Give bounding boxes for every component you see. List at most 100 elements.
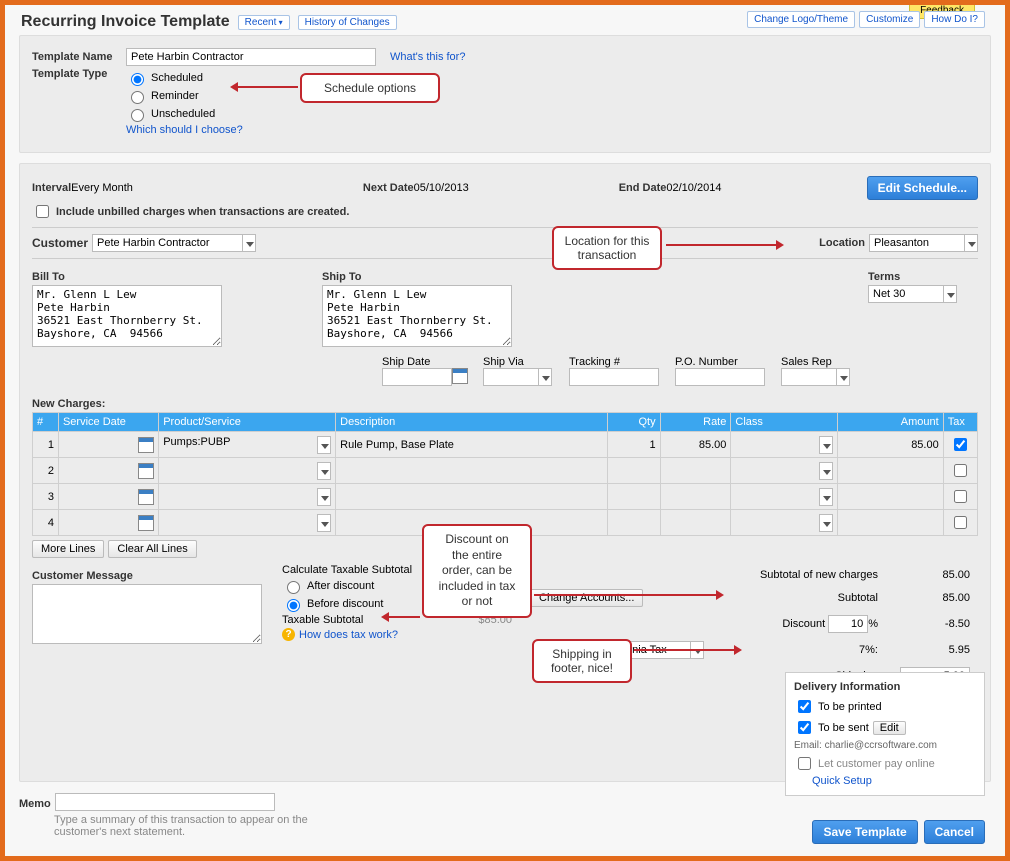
change-theme-button[interactable]: Change Logo/Theme: [747, 11, 855, 28]
delivery-panel: Delivery Information To be printed To be…: [785, 672, 985, 796]
pay-online-checkbox[interactable]: [798, 757, 811, 770]
tax-checkbox[interactable]: [954, 438, 967, 451]
callout-schedule: Schedule options: [300, 73, 440, 103]
tracking-label: Tracking #: [569, 356, 669, 368]
memo-input[interactable]: [55, 793, 275, 811]
unbilled-checkbox[interactable]: [36, 205, 49, 218]
tracking-input[interactable]: [569, 368, 659, 386]
to-send-label: To be sent: [818, 722, 869, 734]
product-dropdown[interactable]: [317, 514, 331, 532]
class-dropdown[interactable]: [819, 488, 833, 506]
product-dropdown[interactable]: [317, 462, 331, 480]
to-print-checkbox[interactable]: [798, 700, 811, 713]
scheduled-radio[interactable]: [131, 73, 144, 86]
rep-dropdown[interactable]: [836, 368, 850, 386]
how-tax-link[interactable]: How does tax work?: [299, 629, 398, 641]
calendar-icon[interactable]: [138, 437, 154, 453]
table-row[interactable]: 1 Pumps:PUBP Rule Pump, Base Plate 1 85.…: [33, 432, 978, 458]
subtotal-new-value: 85.00: [886, 566, 976, 584]
whats-this-link[interactable]: What's this for?: [390, 51, 465, 63]
class-dropdown[interactable]: [819, 514, 833, 532]
shipdate-input[interactable]: [382, 368, 452, 386]
location-dropdown[interactable]: [964, 234, 978, 252]
rep-input[interactable]: [781, 368, 836, 386]
shipvia-dropdown[interactable]: [538, 368, 552, 386]
customer-message-textarea[interactable]: [32, 584, 262, 644]
table-row[interactable]: 2: [33, 458, 978, 484]
customize-button[interactable]: Customize: [859, 11, 920, 28]
memo-label: Memo: [19, 798, 51, 810]
tax-value: 5.95: [886, 638, 976, 662]
customer-label: Customer: [32, 236, 88, 250]
calendar-icon[interactable]: [138, 489, 154, 505]
edit-schedule-button[interactable]: Edit Schedule...: [867, 176, 978, 200]
which-choose-link[interactable]: Which should I choose?: [126, 124, 243, 136]
billto-textarea[interactable]: Mr. Glenn L Lew Pete Harbin 36521 East T…: [32, 285, 222, 347]
class-dropdown[interactable]: [819, 436, 833, 454]
recent-dropdown[interactable]: Recent ▾: [238, 15, 290, 30]
interval-value: Every Month: [71, 182, 133, 194]
shipvia-label: Ship Via: [483, 356, 563, 368]
delivery-title: Delivery Information: [794, 681, 976, 693]
cancel-button[interactable]: Cancel: [924, 820, 985, 844]
customer-input[interactable]: [92, 234, 242, 252]
template-name-input[interactable]: [126, 48, 376, 66]
taxable-subtotal-label: Taxable Subtotal: [282, 614, 363, 626]
shipto-textarea[interactable]: Mr. Glenn L Lew Pete Harbin 36521 East T…: [322, 285, 512, 347]
terms-input[interactable]: [868, 285, 943, 303]
edit-delivery-button[interactable]: Edit: [873, 721, 906, 735]
history-button[interactable]: History of Changes: [298, 15, 397, 30]
po-label: P.O. Number: [675, 356, 775, 368]
calendar-icon[interactable]: [138, 515, 154, 531]
to-print-label: To be printed: [818, 701, 882, 713]
how-do-i-button[interactable]: How Do I?: [924, 11, 985, 28]
reminder-label: Reminder: [151, 90, 199, 102]
next-date-value: 05/10/2013: [414, 182, 469, 194]
change-accounts-button[interactable]: Change Accounts...: [530, 589, 643, 607]
terms-dropdown[interactable]: [943, 285, 957, 303]
shipvia-input[interactable]: [483, 368, 538, 386]
callout-discount: Discount on the entire order, can be inc…: [422, 524, 532, 618]
clear-lines-button[interactable]: Clear All Lines: [108, 540, 196, 558]
tax-checkbox[interactable]: [954, 490, 967, 503]
page-title: Recurring Invoice Template: [21, 13, 230, 31]
class-dropdown[interactable]: [819, 462, 833, 480]
next-date-label: Next Date: [363, 182, 414, 194]
before-discount-radio[interactable]: [287, 599, 300, 612]
before-discount-label: Before discount: [307, 598, 383, 610]
shipdate-label: Ship Date: [382, 356, 477, 368]
table-row[interactable]: 3: [33, 484, 978, 510]
location-label: Location: [819, 237, 865, 249]
product-dropdown[interactable]: [317, 488, 331, 506]
unbilled-label: Include unbilled charges when transactio…: [56, 206, 349, 218]
discount-value: -8.50: [886, 612, 976, 636]
location-input[interactable]: [869, 234, 964, 252]
template-type-label: Template Type: [32, 68, 122, 80]
subtotal-value: 85.00: [886, 586, 976, 610]
customer-dropdown[interactable]: [242, 234, 256, 252]
product-dropdown[interactable]: [317, 436, 331, 454]
scheduled-label: Scheduled: [151, 72, 203, 84]
calendar-icon[interactable]: [452, 368, 468, 384]
discount-pct-input[interactable]: [828, 615, 868, 633]
subtotal-label: Subtotal: [712, 586, 884, 610]
email-value: charlie@ccrsoftware.com: [825, 740, 937, 751]
tax-checkbox[interactable]: [954, 516, 967, 529]
charges-table: # Service Date Product/Service Descripti…: [32, 412, 978, 536]
reminder-radio[interactable]: [131, 91, 144, 104]
shipto-label: Ship To: [322, 271, 622, 283]
email-label: Email:: [794, 740, 822, 751]
help-icon: ?: [282, 628, 295, 641]
more-lines-button[interactable]: More Lines: [32, 540, 104, 558]
subtotal-new-label: Subtotal of new charges: [712, 566, 884, 584]
after-discount-radio[interactable]: [287, 581, 300, 594]
rep-label: Sales Rep: [781, 356, 861, 368]
unscheduled-radio[interactable]: [131, 109, 144, 122]
save-template-button[interactable]: Save Template: [812, 820, 917, 844]
calendar-icon[interactable]: [138, 463, 154, 479]
tax-checkbox[interactable]: [954, 464, 967, 477]
to-send-checkbox[interactable]: [798, 721, 811, 734]
unscheduled-label: Unscheduled: [151, 108, 215, 120]
po-input[interactable]: [675, 368, 765, 386]
quick-setup-link[interactable]: Quick Setup: [812, 775, 872, 787]
